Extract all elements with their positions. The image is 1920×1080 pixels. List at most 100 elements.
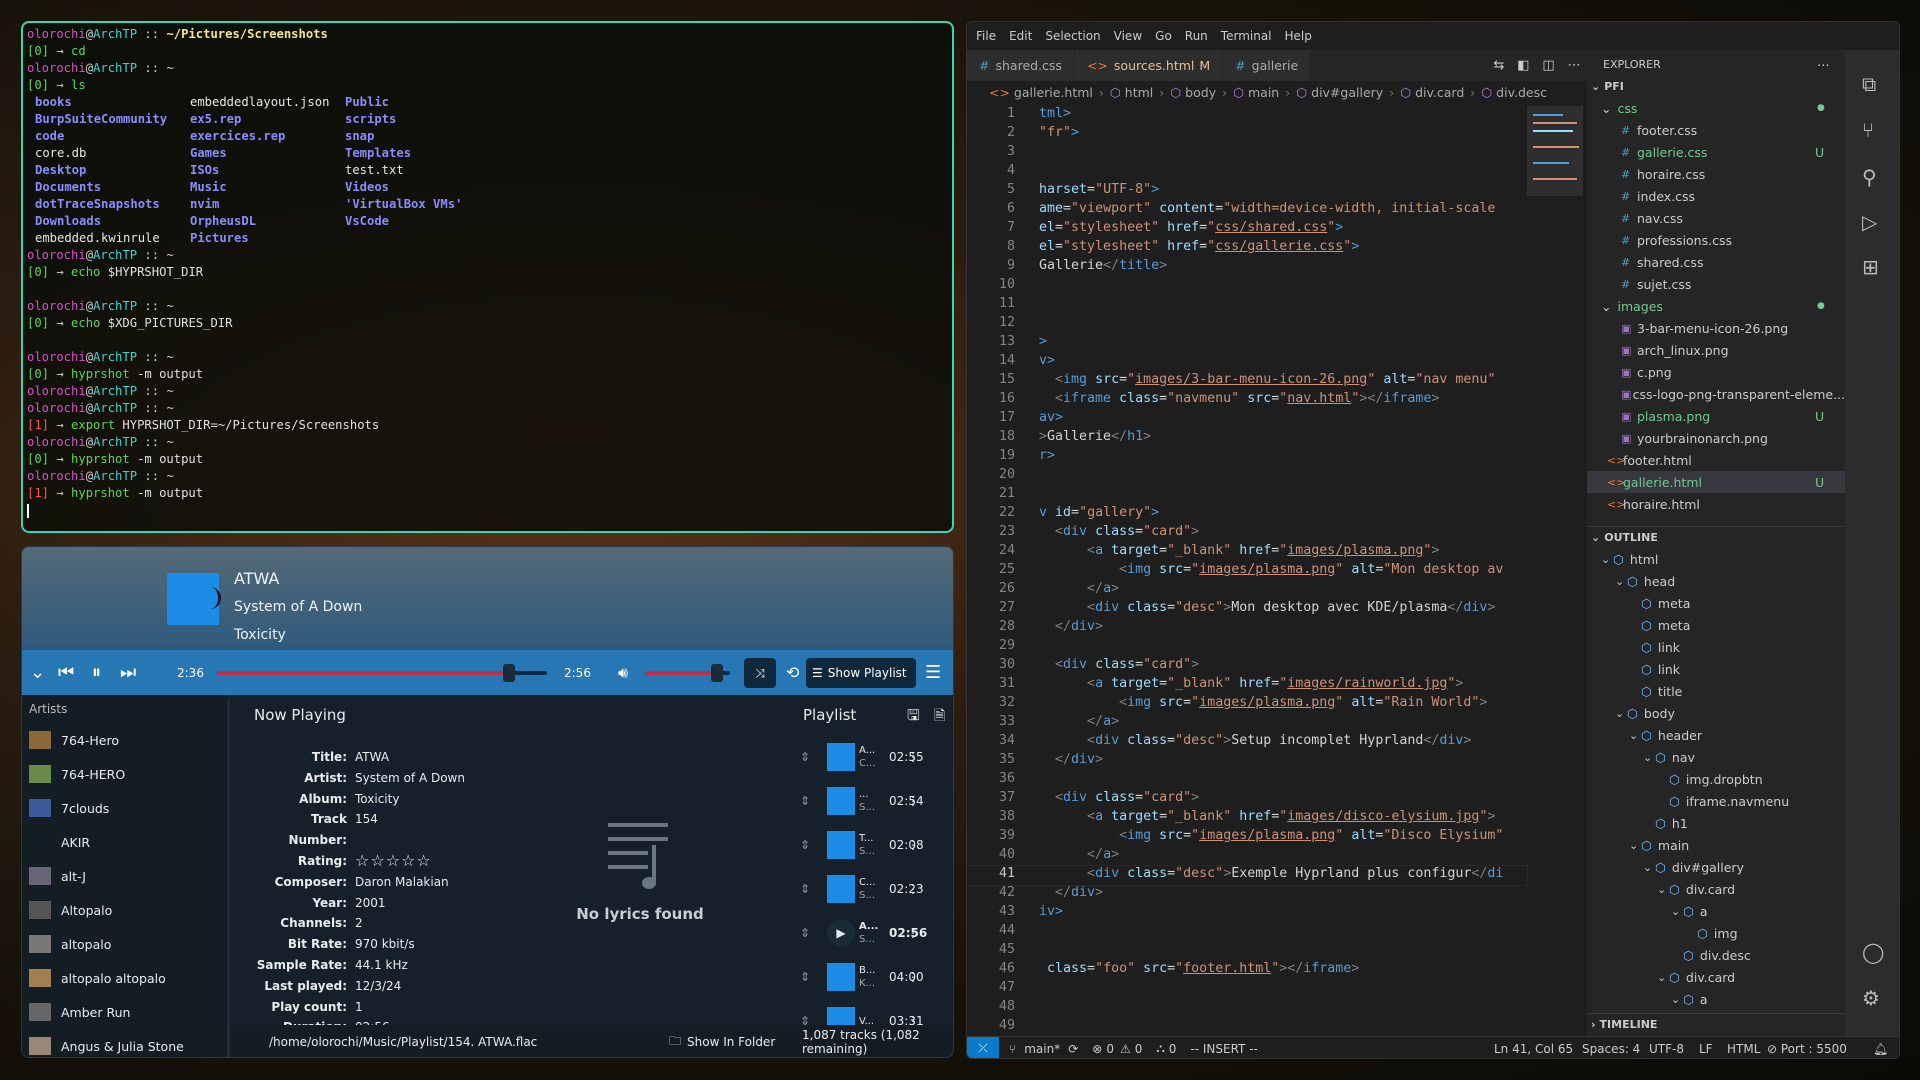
indentation[interactable]: Spaces: 4 — [1582, 1042, 1640, 1056]
artist-item[interactable]: Angus & Julia Stone — [22, 1029, 230, 1057]
outline-item[interactable]: ⬡ img — [1587, 922, 1845, 944]
artist-item[interactable]: Altopalo — [22, 893, 230, 927]
previous-track-button[interactable]: ⏮ — [58, 650, 74, 695]
sync-icon[interactable]: ⟳ — [1068, 1042, 1078, 1056]
settings-gear-icon[interactable]: ⚙ — [1862, 986, 1880, 1010]
drag-handle-icon[interactable]: ⇕ — [800, 838, 810, 852]
drag-handle-icon[interactable]: ⇕ — [800, 882, 810, 896]
playlist-item[interactable]: ⇕ ... S... 02:54 ⋮ — [797, 779, 952, 823]
track-menu-icon[interactable]: ⋮ — [907, 750, 919, 764]
line-ending[interactable]: LF — [1699, 1042, 1713, 1056]
track-menu-icon[interactable]: ⋮ — [907, 882, 919, 896]
notifications-bell-icon[interactable]: 🔔︎ — [1873, 1042, 1888, 1056]
outline-item[interactable]: ⌄ ⬡ a — [1587, 988, 1845, 1010]
outline-item[interactable]: ⌄ ⬡ body — [1587, 702, 1845, 724]
playlist-item[interactable]: ⇕ C... S... 02:23 ⋮ — [797, 867, 952, 911]
breadcrumb-item[interactable]: ⬡ div.desc — [1481, 85, 1547, 100]
artist-item[interactable]: altopalo altopalo — [22, 961, 230, 995]
explorer-more-icon[interactable]: ⋯ — [1817, 53, 1837, 75]
file-item[interactable]: ▣ yourbrainonarch.png — [1587, 427, 1845, 449]
ports-count[interactable]: 0 — [1169, 1042, 1177, 1056]
collapse-chevron-icon[interactable]: ⌄ — [30, 650, 45, 695]
outline-item[interactable]: ⌄ ⬡ div#gallery — [1587, 856, 1845, 878]
artist-item[interactable]: alt-J — [22, 859, 230, 893]
save-playlist-icon[interactable]: 🖫 — [907, 705, 920, 730]
warning-count[interactable]: 0 — [1135, 1042, 1143, 1056]
outline-item[interactable]: ⬡ link — [1587, 636, 1845, 658]
outline-item[interactable]: ⌄ ⬡ head — [1587, 570, 1845, 592]
menu-selection[interactable]: Selection — [1045, 29, 1100, 43]
code-editor[interactable]: 1 tml> 2 "fr"> 3 4 5 harset="UTF-8"> 6 ame="viewp… — [967, 106, 1528, 1036]
next-track-button[interactable]: ⏭ — [120, 650, 136, 695]
breadcrumb-item[interactable]: ⬡ div.card — [1400, 85, 1464, 100]
tab-gallerie[interactable]: # gallerie — [1223, 50, 1312, 81]
outline-item[interactable]: ⬡ div.desc — [1587, 944, 1845, 966]
live-server-port[interactable]: ⊘ Port : 5500 — [1767, 1042, 1847, 1056]
breadcrumb-item[interactable]: <> gallerie.html — [989, 85, 1093, 100]
artists-scrollbar[interactable] — [227, 699, 230, 1057]
outline-item[interactable]: ⌄ ⬡ a — [1587, 900, 1845, 922]
file-item[interactable]: # professions.css — [1587, 229, 1845, 251]
timeline-section[interactable]: › TIMELINE — [1587, 1013, 1845, 1035]
outline-item[interactable]: ⬡ link — [1587, 658, 1845, 680]
explorer-icon[interactable]: ⧉ — [1862, 72, 1876, 96]
file-item[interactable]: # footer.css — [1587, 119, 1845, 141]
seek-handle[interactable] — [503, 664, 516, 682]
outline-item[interactable]: ⌄ ⬡ html — [1587, 548, 1845, 570]
drag-handle-icon[interactable]: ⇕ — [800, 970, 810, 984]
file-item[interactable]: # gallerie.css U — [1587, 141, 1845, 163]
run-debug-icon[interactable]: ▷ — [1862, 210, 1877, 234]
playlist-item[interactable]: ⇕ ▶ A... S... 02:56 ⋮ — [797, 911, 952, 955]
outline-item[interactable]: ⬡ meta — [1587, 592, 1845, 614]
outline-item[interactable]: ⌄ ⬡ main — [1587, 834, 1845, 856]
artist-item[interactable]: altopalo — [22, 927, 230, 961]
tab-sources.html[interactable]: <> sources.html M — [1074, 50, 1224, 81]
artist-item[interactable]: Amber Run — [22, 995, 230, 1029]
menu-file[interactable]: File — [976, 29, 996, 43]
drag-handle-icon[interactable]: ⇕ — [800, 926, 810, 940]
menu-help[interactable]: Help — [1285, 29, 1312, 43]
artist-item[interactable]: 7clouds — [22, 791, 230, 825]
search-icon[interactable]: ⚲ — [1862, 165, 1877, 189]
file-item[interactable]: ▣ plasma.png U — [1587, 405, 1845, 427]
repeat-button[interactable]: ⟲ — [786, 650, 799, 695]
artist-item[interactable]: 764-Hero — [22, 723, 230, 757]
outline-item[interactable]: ⬡ meta — [1587, 614, 1845, 636]
source-control-icon[interactable]: ⑂ — [1862, 118, 1874, 142]
account-icon[interactable]: ◯ — [1862, 940, 1884, 964]
hamburger-menu-icon[interactable]: ☰ — [925, 650, 941, 695]
file-item[interactable]: ▣ css-logo-png-transparent-eleme... — [1587, 383, 1845, 405]
terminal-window[interactable]: olorochi@ArchTP :: ~/Pictures/Screenshot… — [21, 21, 954, 533]
track-menu-icon[interactable]: ⋮ — [907, 838, 919, 852]
breadcrumb-item[interactable]: ⬡ body — [1170, 85, 1216, 100]
outline-item[interactable]: ⬡ title — [1587, 680, 1845, 702]
drag-handle-icon[interactable]: ⇕ — [800, 750, 810, 764]
folder-item[interactable]: ⌄ css ● — [1587, 97, 1845, 119]
outline-item[interactable]: ⌄ ⬡ nav — [1587, 746, 1845, 768]
load-playlist-icon[interactable]: 🗎 — [934, 705, 945, 729]
more-actions-icon[interactable]: ⋯ — [1568, 58, 1581, 73]
outline-item[interactable]: ⌄ ⬡ header — [1587, 724, 1845, 746]
file-item[interactable]: ▣ 3-bar-menu-icon-26.png — [1587, 317, 1845, 339]
playlist-item[interactable]: ⇕ A... C... 02:55 ⋮ — [797, 735, 952, 779]
split-editor-icon[interactable]: ◫ — [1542, 58, 1554, 73]
file-item[interactable]: # shared.css — [1587, 251, 1845, 273]
compare-icon[interactable]: ⇆ — [1493, 58, 1504, 73]
playlist-item[interactable]: ⇕ T... S... 02:08 ⋮ — [797, 823, 952, 867]
show-in-folder-button[interactable]: 🗀 Show In Folder — [669, 1032, 775, 1053]
language-mode[interactable]: HTML — [1727, 1042, 1760, 1056]
branch-name[interactable]: main* — [1024, 1042, 1060, 1056]
artist-item[interactable]: 764-HERO — [22, 757, 230, 791]
volume-icon[interactable]: 🔊︎ — [618, 650, 628, 695]
menu-view[interactable]: View — [1114, 29, 1142, 43]
extensions-icon[interactable]: ⊞ — [1862, 255, 1879, 279]
preview-icon[interactable]: ◧ — [1517, 58, 1529, 73]
error-count[interactable]: 0 — [1106, 1042, 1114, 1056]
folder-item[interactable]: ⌄ images ● — [1587, 295, 1845, 317]
outline-item[interactable]: ⌄ ⬡ div.card — [1587, 966, 1845, 988]
file-item[interactable]: <> gallerie.html U — [1587, 471, 1845, 493]
track-menu-icon[interactable]: ⋮ — [907, 926, 919, 940]
outline-item[interactable]: ⬡ iframe.navmenu — [1587, 790, 1845, 812]
menu-go[interactable]: Go — [1155, 29, 1172, 43]
file-item[interactable]: # horaire.css — [1587, 163, 1845, 185]
